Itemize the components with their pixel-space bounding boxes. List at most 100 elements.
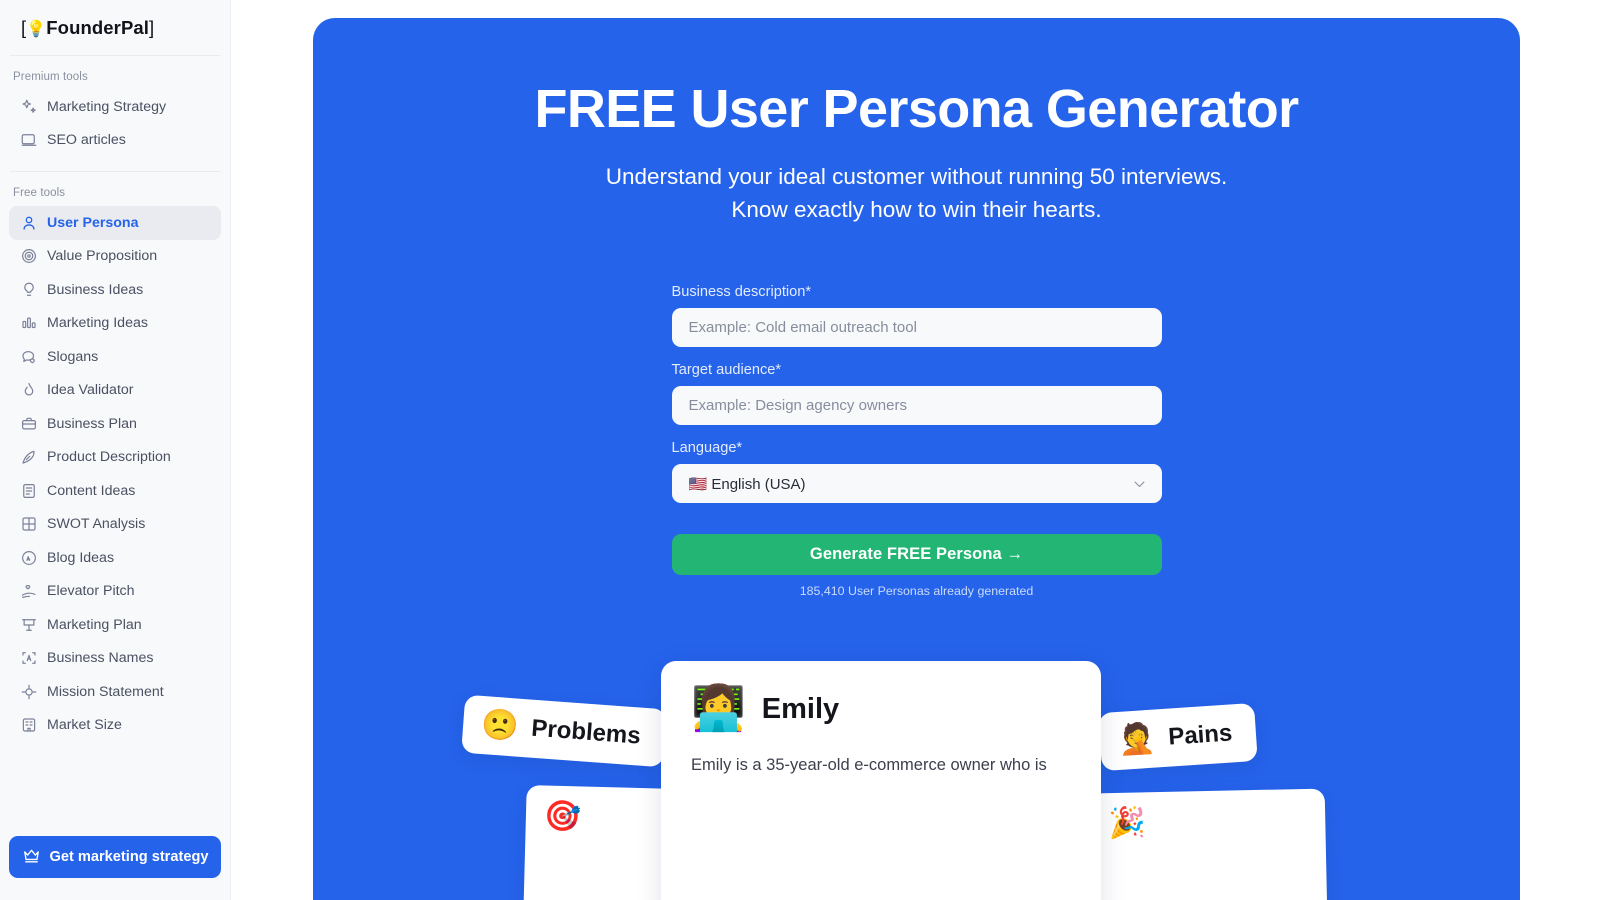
language-label: Language* [671, 440, 743, 457]
sidebar-item-label: Market Size [47, 717, 122, 734]
hand-heart-icon [19, 582, 38, 601]
sidebar-item-label: User Persona [47, 214, 139, 231]
sidebar-item-label: Mission Statement [47, 683, 164, 700]
bar-chart-icon [19, 314, 38, 333]
lightbulb-emoji-icon: 💡 [26, 20, 47, 38]
language-selected-value: 🇺🇸 English (USA) [688, 475, 806, 493]
monitor-icon [19, 131, 38, 150]
language-select-wrap: 🇺🇸 English (USA) [671, 464, 1162, 504]
sidebar-item-product-description[interactable]: Product Description [9, 441, 221, 475]
persona-form: Business description* Target audience* L… [671, 284, 1162, 599]
sidebar-item-content-ideas[interactable]: Content Ideas [9, 474, 221, 508]
target-audience-input[interactable] [671, 386, 1162, 426]
sidebar-item-elevator-pitch[interactable]: Elevator Pitch [9, 575, 221, 609]
pains-card: 🤦 Pains [1098, 703, 1259, 772]
letter-frame-icon [19, 649, 38, 668]
crown-icon [22, 846, 41, 869]
flame-icon [19, 381, 38, 400]
sidebar-item-label: Value Proposition [47, 248, 158, 265]
field-language: Language* 🇺🇸 English (USA) [671, 440, 1162, 504]
field-business-description: Business description* [671, 284, 1162, 348]
sidebar-item-label: Blog Ideas [47, 549, 115, 566]
sidebar-item-label: Idea Validator [47, 382, 134, 399]
sidebar-item-label: Slogans [47, 348, 99, 365]
sidebar-item-seo-articles[interactable]: SEO articles [9, 124, 221, 158]
persona-card-header: 👩‍💻 Emily [691, 687, 1071, 731]
sidebar-item-marketing-plan[interactable]: Marketing Plan [9, 608, 221, 642]
sidebar-item-swot-analysis[interactable]: SWOT Analysis [9, 508, 221, 542]
sidebar-item-label: Business Ideas [47, 281, 144, 298]
crosshair-icon [19, 682, 38, 701]
persona-card: 👩‍💻 Emily Emily is a 35-year-old e-comme… [661, 661, 1101, 900]
sparkles-icon [19, 97, 38, 116]
target-icon [19, 247, 38, 266]
section-label-premium: Premium tools [13, 71, 88, 83]
problems-label: Problems [530, 715, 642, 751]
hero-subtitle-line2: Know exactly how to win their hearts. [731, 197, 1102, 223]
sidebar-item-business-names[interactable]: Business Names [9, 642, 221, 676]
main-content: FREE User Persona Generator Understand y… [231, 0, 1600, 900]
sidebar-item-blog-ideas[interactable]: Blog Ideas [9, 541, 221, 575]
sidebar-item-marketing-ideas[interactable]: Marketing Ideas [9, 307, 221, 341]
business-description-input[interactable] [671, 308, 1162, 348]
page-title: FREE User Persona Generator [534, 79, 1299, 139]
sidebar: [💡FounderPal] Premium tools Marketing St… [0, 0, 231, 900]
hero-subtitle: Understand your ideal customer without r… [313, 160, 1520, 226]
sidebar-item-idea-validator[interactable]: Idea Validator [9, 374, 221, 408]
grid-icon [19, 515, 38, 534]
desires-card: 🎉 [1089, 788, 1328, 900]
sidebar-item-slogans[interactable]: Slogans [9, 340, 221, 374]
cta-label: Get marketing strategy [49, 849, 209, 865]
lightbulb-icon [19, 280, 38, 299]
sidebar-item-label: Product Description [47, 449, 171, 466]
target-audience-label: Target audience* [671, 362, 782, 379]
generate-persona-button[interactable]: Generate FREE Persona → [671, 534, 1162, 576]
sidebar-item-label: Marketing Ideas [47, 315, 148, 332]
pen-icon [19, 448, 38, 467]
sidebar-item-business-ideas[interactable]: Business Ideas [9, 273, 221, 307]
brand-name: FounderPal [46, 16, 150, 38]
sidebar-item-label: Content Ideas [47, 482, 136, 499]
app-root: [💡FounderPal] Premium tools Marketing St… [0, 0, 1600, 900]
premium-tools-list: Marketing Strategy SEO articles [0, 90, 230, 157]
sidebar-item-user-persona[interactable]: User Persona [9, 206, 221, 240]
generated-counter: 185,410 User Personas already generated [799, 584, 1034, 599]
target-emoji-icon: 🎯 [543, 799, 582, 834]
user-icon [19, 213, 38, 232]
message-heart-icon [19, 347, 38, 366]
sidebar-item-label: SEO articles [47, 132, 126, 149]
sidebar-item-value-proposition[interactable]: Value Proposition [9, 240, 221, 274]
desires-chip: 🎉 [1090, 789, 1326, 857]
language-select[interactable]: 🇺🇸 English (USA) [671, 464, 1162, 504]
hero-subtitle-line1: Understand your ideal customer without r… [605, 164, 1228, 190]
sidebar-item-market-size[interactable]: Market Size [9, 709, 221, 743]
sidebar-item-label: Elevator Pitch [47, 583, 135, 600]
sidebar-item-label: Business Names [47, 650, 154, 667]
sidebar-item-label: Business Plan [47, 415, 137, 432]
frowning-face-emoji-icon: 🙁 [480, 708, 520, 745]
sidebar-item-mission-statement[interactable]: Mission Statement [9, 675, 221, 709]
sidebar-item-business-plan[interactable]: Business Plan [9, 407, 221, 441]
problems-chip: 🙁 Problems [461, 695, 666, 768]
pains-label: Pains [1167, 719, 1234, 752]
section-label-free: Free tools [13, 187, 66, 199]
pains-chip: 🤦 Pains [1098, 703, 1258, 771]
business-description-label: Business description* [671, 284, 812, 301]
brand-bracket-right: ] [149, 16, 155, 38]
party-popper-emoji-icon: 🎉 [1107, 806, 1146, 841]
hero-panel: FREE User Persona Generator Understand y… [313, 18, 1520, 900]
persona-name: Emily [761, 692, 840, 725]
sidebar-item-label: Marketing Plan [47, 616, 142, 633]
problems-card: 🙁 Problems [461, 695, 667, 768]
briefcase-icon [19, 414, 38, 433]
facepalm-emoji-icon: 🤦 [1117, 721, 1157, 758]
building-icon [19, 716, 38, 735]
persona-preview-cards: 🙁 Problems 🤦 Pains 🎯 [313, 652, 1520, 900]
sidebar-item-marketing-strategy[interactable]: Marketing Strategy [9, 90, 221, 124]
compass-icon [19, 548, 38, 567]
document-icon [19, 481, 38, 500]
sidebar-item-label: Marketing Strategy [47, 98, 167, 115]
brand-header[interactable]: [💡FounderPal] [0, 0, 230, 55]
brand-logo: [💡FounderPal] [21, 17, 154, 39]
get-marketing-strategy-button[interactable]: Get marketing strategy [9, 836, 221, 878]
